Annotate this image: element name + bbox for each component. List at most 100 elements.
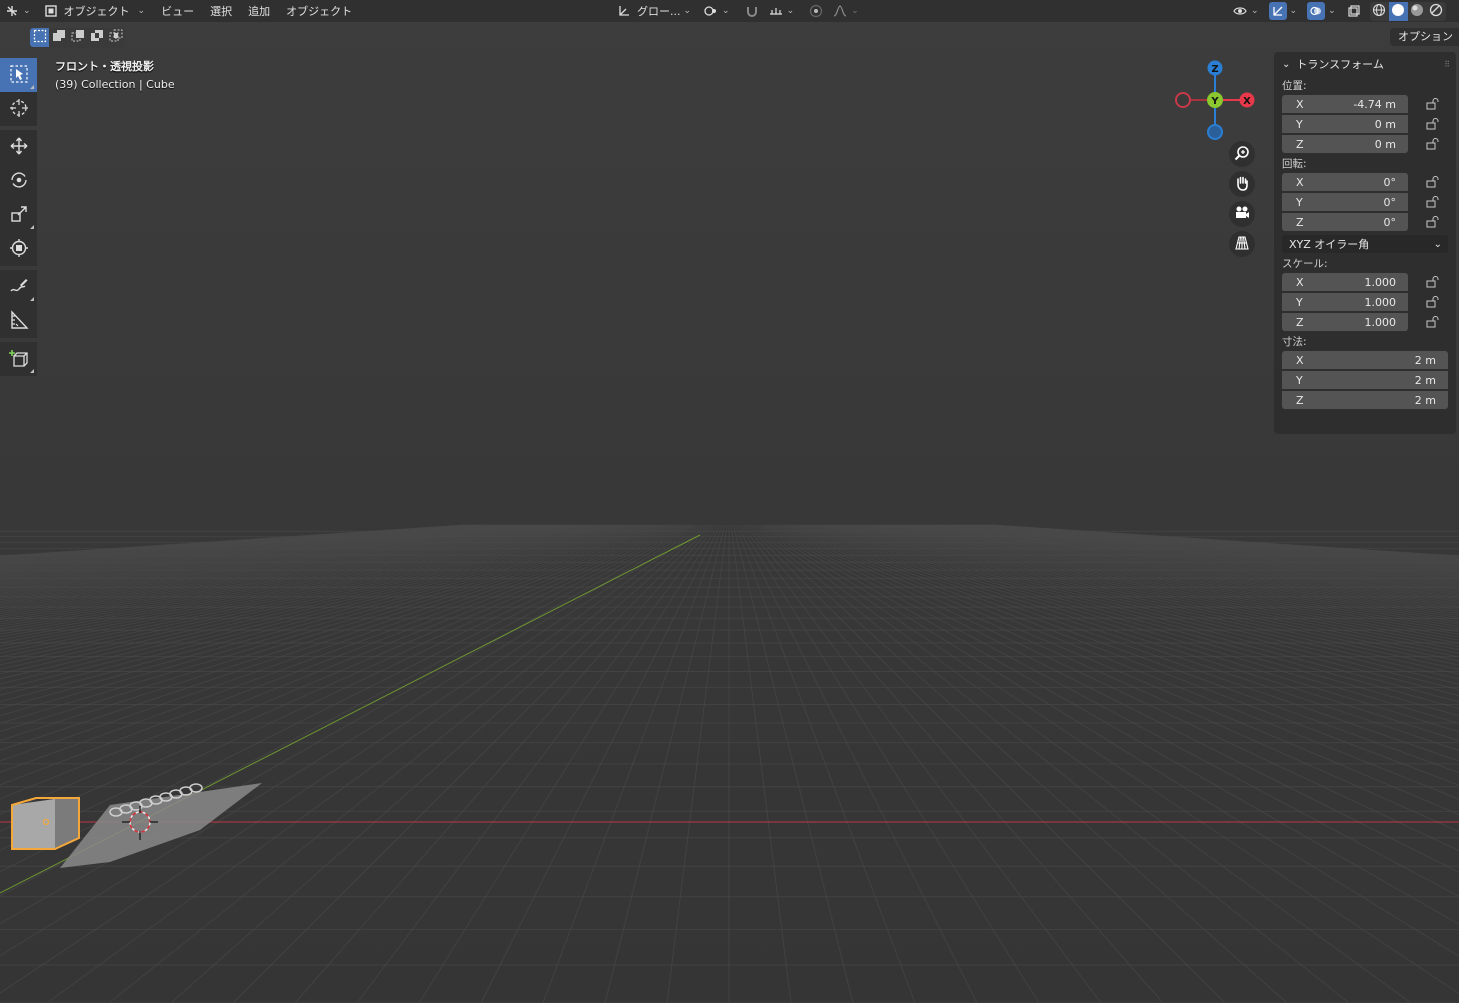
dimensions-y-field[interactable]: Y2 m [1282,371,1448,389]
chevron-down-icon: ⌄ [1433,238,1442,250]
rotation-y-field[interactable]: Y 0° [1282,193,1408,211]
tool-move[interactable] [0,130,37,164]
viewport-info: フロント・透視投影 (39) Collection | Cube [55,58,175,94]
select-extend-button[interactable] [49,28,68,47]
lock-icon[interactable] [1424,275,1440,289]
select-subtract-button[interactable] [68,28,87,47]
dimensions-z-field[interactable]: Z2 m [1282,391,1448,409]
overlays-icon [1307,2,1326,20]
navigation-gizmo[interactable]: Z X Y [1170,55,1260,145]
pan-button[interactable] [1229,171,1255,197]
transform-panel-header[interactable]: ⌄ トランスフォーム ⠿ [1274,52,1456,76]
select-subtract-icon [71,29,85,46]
move-icon [9,136,29,159]
orientation-icon [616,3,632,19]
select-new-button[interactable] [30,28,49,47]
scale-x-field[interactable]: X 1.000 [1282,273,1408,291]
lock-icon[interactable] [1424,315,1440,329]
snap-toggle[interactable] [740,1,764,21]
proportional-edit-icon [808,3,824,19]
select-intersect-icon [109,29,123,46]
view-name: フロント・透視投影 [55,60,154,73]
chevron-down-icon: ⌄ [722,6,730,16]
snap-target-dropdown[interactable]: ⌄ [764,1,799,21]
zoom-magnifier-icon [1234,145,1250,164]
material-sphere-icon [1410,3,1424,20]
chevron-down-icon: ⌄ [1282,58,1291,70]
lock-icon[interactable] [1424,175,1440,189]
editor-type-button[interactable]: ⌄ [0,1,35,21]
tool-transform[interactable] [0,232,37,266]
rotation-z-field[interactable]: Z 0° [1282,213,1408,231]
visibility-dropdown[interactable]: ⌄ [1228,1,1263,21]
viewport-navigation [1229,141,1257,261]
material-shading-button[interactable] [1408,2,1427,21]
select-mode-group [30,28,125,48]
wireframe-shading-button[interactable] [1370,2,1389,21]
zoom-button[interactable] [1229,141,1255,167]
scale-y-field[interactable]: Y 1.000 [1282,293,1408,311]
proportional-falloff-dropdown[interactable]: ⌄ [828,1,863,21]
select-difference-button[interactable] [87,28,106,47]
lock-icon[interactable] [1424,97,1440,111]
chevron-down-icon: ⌄ [786,6,795,16]
tool-add-cube[interactable] [0,342,37,376]
transform-orientation-dropdown[interactable]: グロー... ⌄ [612,1,695,21]
scale-z-field[interactable]: Z 1.000 [1282,313,1408,331]
lock-icon[interactable] [1424,117,1440,131]
menu-object[interactable]: オブジェクト [278,1,360,21]
projection-toggle-button[interactable] [1229,231,1255,257]
options-tab[interactable]: オプション [1390,28,1459,46]
active-collection-object: (39) Collection | Cube [55,78,175,91]
orientation-label: グロー... [637,5,681,18]
location-y-field[interactable]: Y0 m [1282,115,1408,133]
mode-dropdown[interactable]: オブジェクト ⌄ [39,1,150,21]
pivot-point-dropdown[interactable]: ⌄ [699,1,734,21]
tool-cursor[interactable] [0,92,37,126]
rotation-x-field[interactable]: X 0° [1282,173,1408,191]
gizmo-z-label: Z [1211,64,1218,75]
tool-shelf [0,58,38,376]
rotate-icon [9,170,29,193]
lock-icon[interactable] [1424,137,1440,151]
tool-annotate[interactable] [0,270,37,304]
menu-select[interactable]: 選択 [202,1,240,21]
select-intersect-button[interactable] [106,28,125,47]
menu-view[interactable]: ビュー [153,1,202,21]
gizmo-icon [1268,2,1287,20]
lock-icon[interactable] [1424,195,1440,209]
transform-panel-title: トランスフォーム [1296,58,1384,71]
drag-handle-icon[interactable]: ⠿ [1444,60,1450,69]
chevron-down-icon: ⌄ [1328,6,1336,16]
tool-scale[interactable] [0,198,37,232]
eye-icon [1232,3,1248,19]
lock-icon[interactable] [1424,215,1440,229]
select-new-icon [33,29,47,46]
chevron-down-icon: ⌄ [683,6,692,16]
falloff-curve-icon [832,3,848,19]
tool-measure[interactable] [0,304,37,338]
tool-select-box[interactable] [0,58,37,92]
xray-toggle[interactable] [1342,1,1366,21]
gizmo-toggle[interactable]: ⌄ [1265,1,1302,21]
rendered-shading-button[interactable] [1427,2,1446,21]
object-mode-icon [43,3,59,19]
lock-icon[interactable] [1424,295,1440,309]
transform-icon [9,238,29,261]
location-z-field[interactable]: Z0 m [1282,135,1408,153]
rotation-mode-dropdown[interactable]: XYZ オイラー角 ⌄ [1282,235,1448,253]
select-box-icon [9,64,29,87]
cursor-icon [9,98,29,121]
magnet-icon [744,3,760,19]
add-cube-icon [8,348,29,371]
camera-view-button[interactable] [1229,201,1255,227]
overlays-toggle[interactable]: ⌄ [1303,1,1340,21]
tool-rotate[interactable] [0,164,37,198]
solid-sphere-icon [1391,3,1405,20]
location-x-field[interactable]: X -4.74 m [1282,95,1408,113]
select-difference-icon [90,29,104,46]
proportional-edit-toggle[interactable] [804,1,828,21]
menu-add[interactable]: 追加 [240,1,278,21]
solid-shading-button[interactable] [1388,1,1408,21]
dimensions-x-field[interactable]: X2 m [1282,351,1448,369]
